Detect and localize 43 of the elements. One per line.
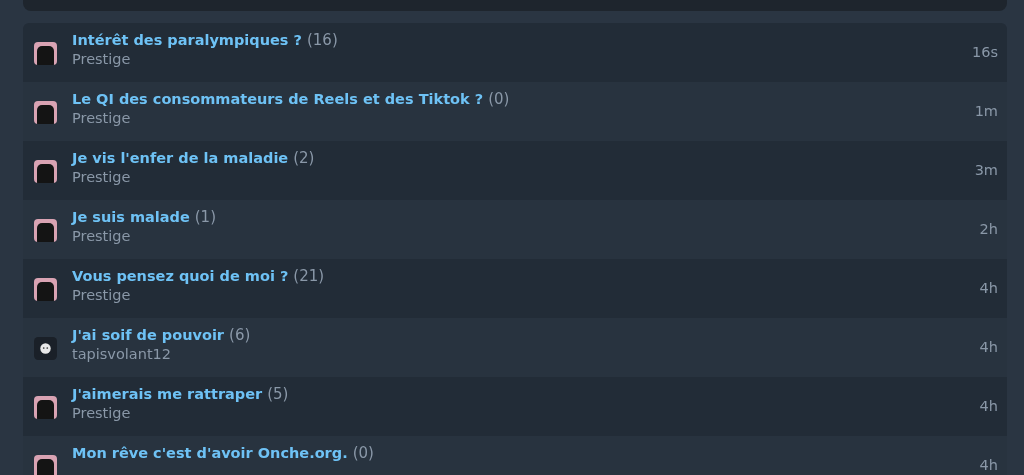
topic-title[interactable]: Mon rêve c'est d'avoir Onche.org. [72,445,348,461]
reply-count: (21) [293,267,325,285]
photo-placeholder [34,101,57,124]
author-name: Prestige [72,51,132,67]
reply-count: (6) [229,326,251,344]
topic-title[interactable]: Je vis l'enfer de la maladie [72,150,289,166]
time-ago: 4h [979,339,998,355]
reply-count: (2) [293,149,315,167]
time-ago: 16s [972,44,998,60]
topic-title[interactable]: J'aimerais me rattraper [72,386,263,402]
photo-placeholder [34,219,57,242]
author-name: Prestige [72,287,132,303]
topic-title[interactable]: Le QI des consommateurs de Reels et des Tiktok ? [72,91,484,107]
topic-title[interactable]: Intérêt des paralympiques ? [72,32,302,48]
time-ago: 4h [979,398,998,414]
topic-row[interactable]: Vous pensez quoi de moi ? (21) Prestige 4h [23,259,1007,318]
time-ago: 4h [979,457,998,473]
author-name: Prestige [72,228,132,244]
author-name: Prestige [72,405,132,421]
reply-count: (1) [194,208,216,226]
photo-placeholder [34,42,57,65]
topic-title[interactable]: J'ai soif de pouvoir [72,327,225,343]
reply-count: (0) [488,90,510,108]
face-avatar-icon [34,337,57,360]
time-ago: 1m [974,103,998,119]
author-name: tapisvolant12 [72,346,173,362]
photo-placeholder [34,396,57,419]
photo-placeholder [34,455,57,475]
photo-placeholder [34,278,57,301]
time-ago: 3m [974,162,998,178]
author-name: Prestige [72,169,132,185]
topic-title[interactable]: Je suis malade [72,209,190,225]
time-ago: 2h [979,221,998,237]
topic-title[interactable]: Vous pensez quoi de moi ? [72,268,289,284]
photo-placeholder [34,160,57,183]
time-ago: 4h [979,280,998,296]
author-name: Prestige [72,110,132,126]
reply-count: (5) [267,385,289,403]
topic-row[interactable]: Je vis l'enfer de la maladie (2) Prestige 3m [23,141,1007,200]
topic-row[interactable]: J'aimerais me rattraper (5) Prestige 4h [23,377,1007,436]
topic-row[interactable]: Intérêt des paralympiques ? (16) Prestige 16s [23,23,1007,82]
reply-count: (0) [352,444,374,462]
reply-count: (16) [306,31,338,49]
